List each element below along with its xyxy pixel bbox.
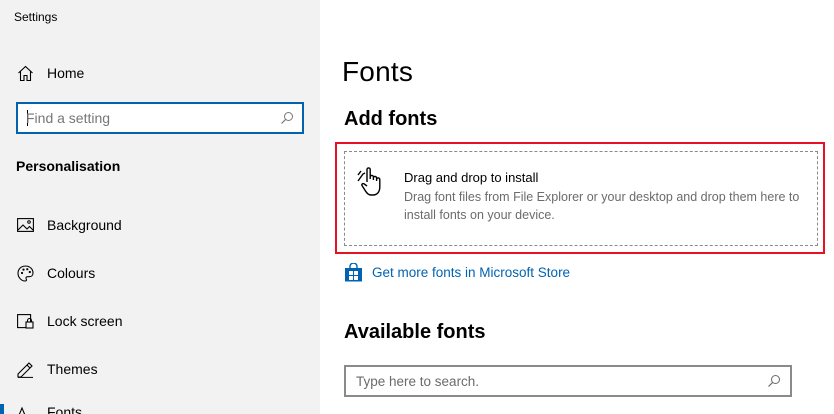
store-icon: [344, 261, 363, 282]
drop-zone-title: Drag and drop to install: [404, 170, 539, 185]
sidebar-item-colours[interactable]: Colours: [0, 253, 320, 293]
find-setting-search[interactable]: [16, 102, 304, 134]
image-icon: [16, 216, 34, 234]
sidebar-item-label: Themes: [47, 361, 98, 377]
fonts-icon: [16, 406, 32, 414]
store-link-label: Get more fonts in Microsoft Store: [372, 264, 571, 280]
available-fonts-heading: Available fonts: [344, 321, 486, 343]
selected-indicator: [0, 404, 4, 414]
palette-icon: [16, 264, 34, 282]
sidebar-item-fonts[interactable]: Fonts: [47, 404, 82, 414]
sidebar: Settings Home Personalisation Background…: [0, 0, 320, 414]
sidebar-item-background[interactable]: Background: [0, 205, 320, 245]
microsoft-store-link[interactable]: Get more fonts in Microsoft Store: [344, 261, 571, 282]
search-icon[interactable]: [280, 111, 294, 125]
font-search[interactable]: [344, 365, 792, 397]
sidebar-item-label: Home: [47, 65, 85, 81]
sidebar-item-lock-screen[interactable]: Lock screen: [0, 301, 320, 341]
find-setting-input[interactable]: [26, 109, 271, 127]
home-icon: [16, 64, 34, 82]
lock-screen-icon: [16, 312, 34, 330]
sidebar-item-label: Colours: [47, 265, 96, 281]
add-fonts-heading: Add fonts: [344, 108, 438, 130]
search-icon[interactable]: [767, 374, 781, 388]
sidebar-item-home[interactable]: Home: [0, 53, 320, 93]
drop-zone-description: Drag font files from File Explorer or yo…: [404, 190, 800, 222]
font-search-input[interactable]: [356, 372, 756, 390]
sidebar-item-label: Lock screen: [47, 313, 123, 329]
sidebar-item-themes[interactable]: Themes: [0, 349, 320, 389]
drag-hand-icon: [356, 166, 390, 198]
themes-icon: [16, 360, 34, 378]
window-title: Settings: [14, 10, 58, 24]
page-title: Fonts: [342, 56, 414, 87]
sidebar-item-label: Background: [47, 217, 122, 233]
section-title: Personalisation: [16, 158, 121, 174]
